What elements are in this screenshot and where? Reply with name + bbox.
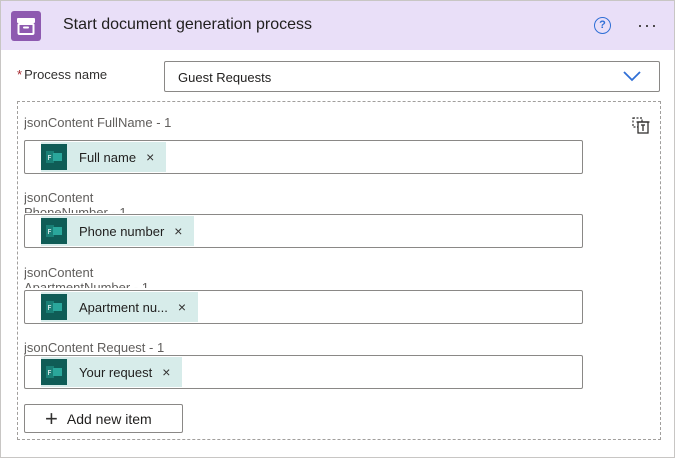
archive-icon	[11, 11, 41, 41]
more-horizontal-icon[interactable]: ···	[637, 16, 658, 34]
item-input-phone[interactable]: F Phone number ×	[24, 214, 583, 248]
token-label: Apartment nu...	[79, 299, 168, 315]
process-name-dropdown[interactable]: Guest Requests	[164, 61, 660, 92]
close-icon[interactable]: ×	[174, 224, 182, 238]
item-input-apartment[interactable]: F Apartment nu... ×	[24, 290, 583, 324]
close-icon[interactable]: ×	[178, 300, 186, 314]
svg-text:F: F	[48, 228, 52, 236]
svg-text:F: F	[48, 369, 52, 377]
token-label: Phone number	[79, 223, 165, 239]
svg-text:F: F	[48, 154, 52, 162]
item-label-fullname: jsonContent FullName - 1	[24, 115, 172, 130]
item-label-phone: jsonContent PhoneNumber - 1	[24, 190, 127, 213]
process-name-value: Guest Requests	[178, 70, 272, 85]
plus-icon: +	[45, 405, 58, 431]
action-card: Start document generation process ? ··· …	[0, 0, 675, 458]
close-icon[interactable]: ×	[146, 150, 154, 164]
required-marker: *	[17, 67, 23, 82]
add-new-item-button[interactable]: + Add new item	[24, 404, 183, 433]
process-name-label-text: Process name	[24, 67, 108, 82]
token-label: Full name	[79, 149, 137, 165]
item-label-apartment: jsonContent ApartmentNumber - 1	[24, 265, 149, 288]
forms-icon: F	[41, 294, 67, 320]
help-circle-icon[interactable]: ?	[594, 17, 611, 34]
svg-text:F: F	[48, 304, 52, 312]
chevron-down-icon	[623, 71, 641, 82]
dynamic-token[interactable]: F Phone number ×	[41, 216, 195, 246]
action-title: Start document generation process	[63, 16, 313, 33]
dynamic-token[interactable]: F Your request ×	[41, 357, 183, 387]
add-new-item-label: Add new item	[66, 410, 152, 427]
dynamic-token[interactable]: F Apartment nu... ×	[41, 292, 199, 322]
action-header[interactable]: Start document generation process ? ···	[1, 1, 674, 50]
dynamic-token[interactable]: F Full name ×	[41, 142, 167, 172]
forms-icon: F	[41, 218, 67, 244]
item-input-request[interactable]: F Your request ×	[24, 355, 583, 389]
delete-item-icon[interactable]	[631, 116, 651, 136]
forms-icon: F	[41, 144, 67, 170]
item-input-fullname[interactable]: F Full name ×	[24, 140, 583, 174]
close-icon[interactable]: ×	[162, 365, 170, 379]
process-name-label: * Process name	[17, 67, 107, 82]
forms-icon: F	[41, 359, 67, 385]
token-label: Your request	[79, 364, 153, 380]
